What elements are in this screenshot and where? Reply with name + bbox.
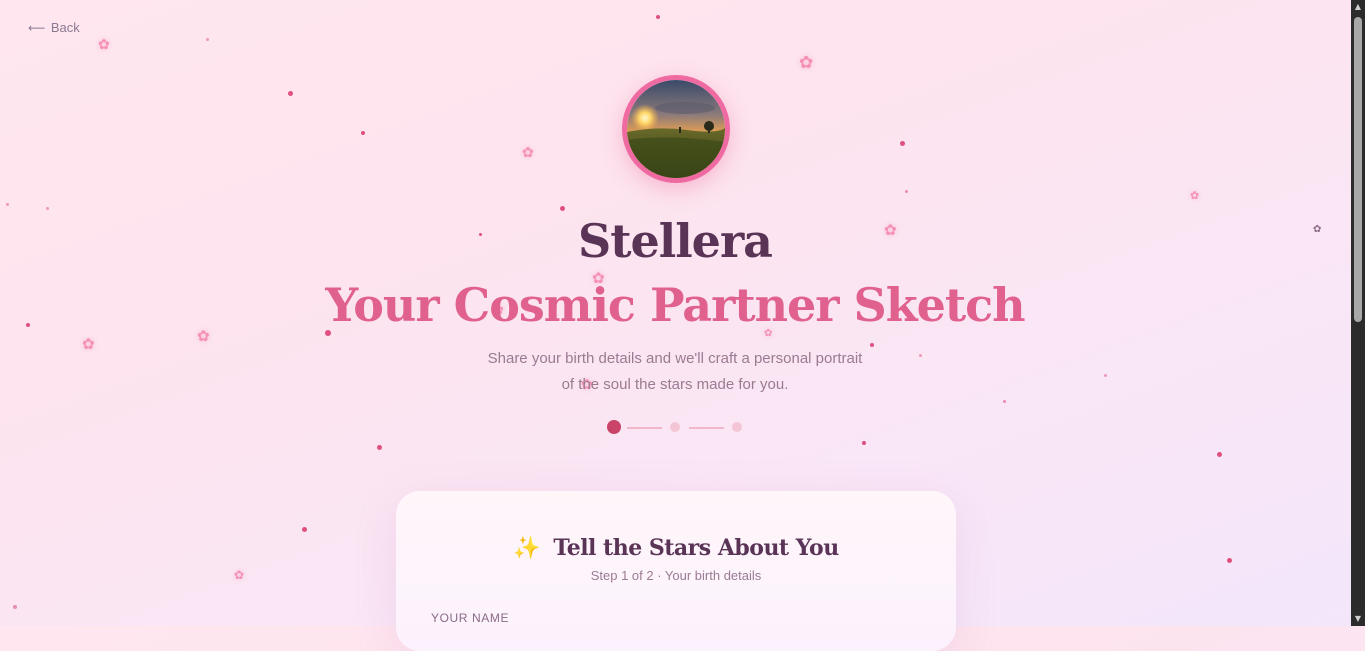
sparkle-dot bbox=[288, 91, 293, 96]
step-indicator-1 bbox=[607, 420, 621, 434]
card-title-text: Tell the Stars About You bbox=[553, 535, 839, 561]
sparkle-dot bbox=[6, 203, 9, 206]
card-title: ✨ Tell the Stars About You bbox=[396, 535, 956, 561]
blossom-icon: ✿ bbox=[799, 53, 814, 73]
blossom-icon: ✿ bbox=[234, 568, 245, 582]
scroll-up-icon[interactable]: ▲ bbox=[1354, 2, 1362, 12]
sparkle-dot bbox=[206, 38, 209, 41]
sparkle-dot bbox=[1227, 558, 1232, 563]
sparkle-dot bbox=[377, 445, 382, 450]
sparkle-dot bbox=[302, 527, 307, 532]
name-field-label: YOUR NAME bbox=[431, 611, 510, 625]
sparkle-dot bbox=[656, 15, 660, 19]
blossom-icon: ✿ bbox=[1190, 189, 1200, 202]
sparkle-dot bbox=[870, 343, 874, 347]
sparkle-dot bbox=[905, 190, 908, 193]
card-subtitle: Step 1 of 2 · Your birth details bbox=[590, 568, 762, 583]
avatar-ring bbox=[622, 75, 730, 183]
step-indicator-3 bbox=[732, 422, 742, 432]
brand-name: Stellera bbox=[578, 214, 773, 268]
sparkle-dot bbox=[1217, 452, 1222, 457]
birth-details-card: ✨ Tell the Stars About You Step 1 of 2 ·… bbox=[396, 491, 956, 651]
page-subtitle-line-2: of the soul the stars made for you. bbox=[561, 376, 789, 393]
sparkle-dot bbox=[361, 131, 365, 135]
page-subtitle-line-1: Share your birth details and we'll craft… bbox=[487, 350, 863, 367]
sunset-landscape-image bbox=[627, 80, 725, 178]
avatar bbox=[627, 80, 725, 178]
scrollbar-thumb[interactable] bbox=[1354, 17, 1362, 322]
scrollbar[interactable]: ▲ ▼ bbox=[1351, 0, 1365, 626]
back-label: Back bbox=[50, 20, 80, 35]
step-progress bbox=[606, 419, 746, 435]
page-title: Your Cosmic Partner Sketch bbox=[325, 278, 1025, 332]
step-connector bbox=[627, 427, 662, 429]
sparkles-icon: ✨ bbox=[513, 536, 541, 561]
sparkle-dot bbox=[13, 605, 17, 609]
step-connector bbox=[689, 427, 724, 429]
sparkle-dot bbox=[560, 206, 565, 211]
step-indicator-2 bbox=[670, 422, 680, 432]
sparkle-dot bbox=[1003, 400, 1006, 403]
sparkle-dot bbox=[46, 207, 49, 210]
scroll-down-icon[interactable]: ▼ bbox=[1354, 614, 1362, 624]
sparkle-dot bbox=[900, 141, 905, 146]
blossom-icon: ✿ bbox=[98, 37, 110, 53]
back-link[interactable]: ⟵ Back bbox=[28, 20, 80, 35]
sparkle-dot bbox=[862, 441, 866, 445]
back-arrow-icon: ⟵ bbox=[28, 21, 46, 35]
blossom-icon: ✿ bbox=[522, 145, 534, 161]
